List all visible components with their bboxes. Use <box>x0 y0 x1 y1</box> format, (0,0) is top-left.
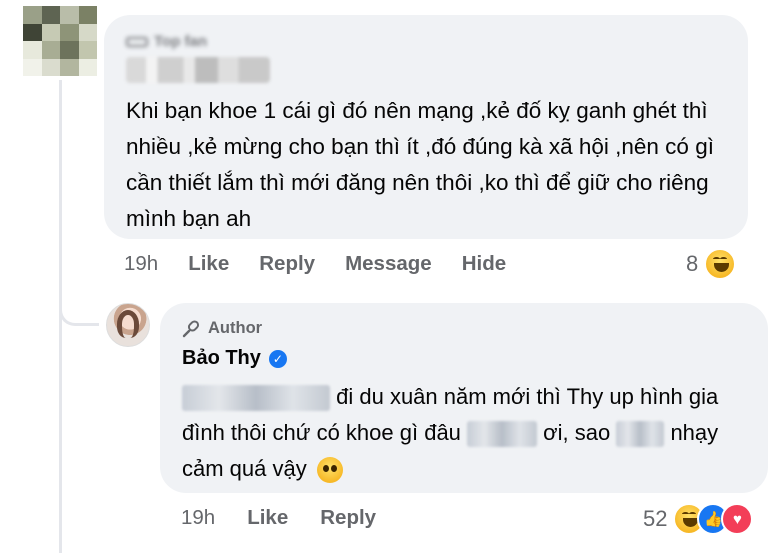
commenter-name-redacted[interactable] <box>126 57 270 83</box>
redacted-name <box>616 421 665 448</box>
redacted-name <box>467 421 538 448</box>
reply-actions: 19h Like Reply <box>181 506 408 530</box>
top-fan-badge: Top fan <box>126 33 207 50</box>
microphone-icon <box>182 319 200 337</box>
reply-button[interactable]: Reply <box>259 252 315 276</box>
redacted-mention <box>182 385 330 412</box>
commenter-avatar[interactable] <box>23 6 97 76</box>
reaction-count: 8 <box>686 251 699 276</box>
message-button[interactable]: Message <box>345 252 432 276</box>
comment-text: Khi bạn khoe 1 cái gì đó nên mạng ,kẻ đố… <box>126 98 714 231</box>
comment-bubble: Top fan Khi bạn khoe 1 cái gì đó nên mạn… <box>104 15 748 239</box>
author-avatar[interactable] <box>106 303 150 347</box>
hide-button[interactable]: Hide <box>462 252 506 276</box>
verified-badge-icon: ✓ <box>268 349 287 368</box>
reply-timestamp[interactable]: 19h <box>181 506 215 530</box>
comment-actions: 19h Like Reply Message Hide <box>124 252 536 276</box>
like-button[interactable]: Like <box>247 506 288 530</box>
reply-reactions[interactable]: 52 👍 ♥ <box>643 503 754 535</box>
reply-bubble: Author Bảo Thy ✓ đi du xuân năm mới thì … <box>160 303 768 493</box>
reaction-count: 52 <box>643 506 668 531</box>
pleading-face-icon <box>316 457 343 484</box>
top-fan-icon <box>126 37 148 48</box>
reply-button[interactable]: Reply <box>320 506 376 530</box>
haha-icon <box>704 248 737 280</box>
author-badge: Author <box>182 319 262 338</box>
author-name[interactable]: Bảo Thy ✓ <box>182 347 287 370</box>
like-button[interactable]: Like <box>188 252 229 276</box>
thread-line-branch <box>59 302 99 326</box>
reply-text: đi du xuân năm mới thì Thy up hình gia đ… <box>182 379 742 487</box>
love-icon: ♥ <box>721 503 754 535</box>
comment-timestamp[interactable]: 19h <box>124 252 158 276</box>
comment-reactions[interactable]: 8 <box>686 248 737 280</box>
